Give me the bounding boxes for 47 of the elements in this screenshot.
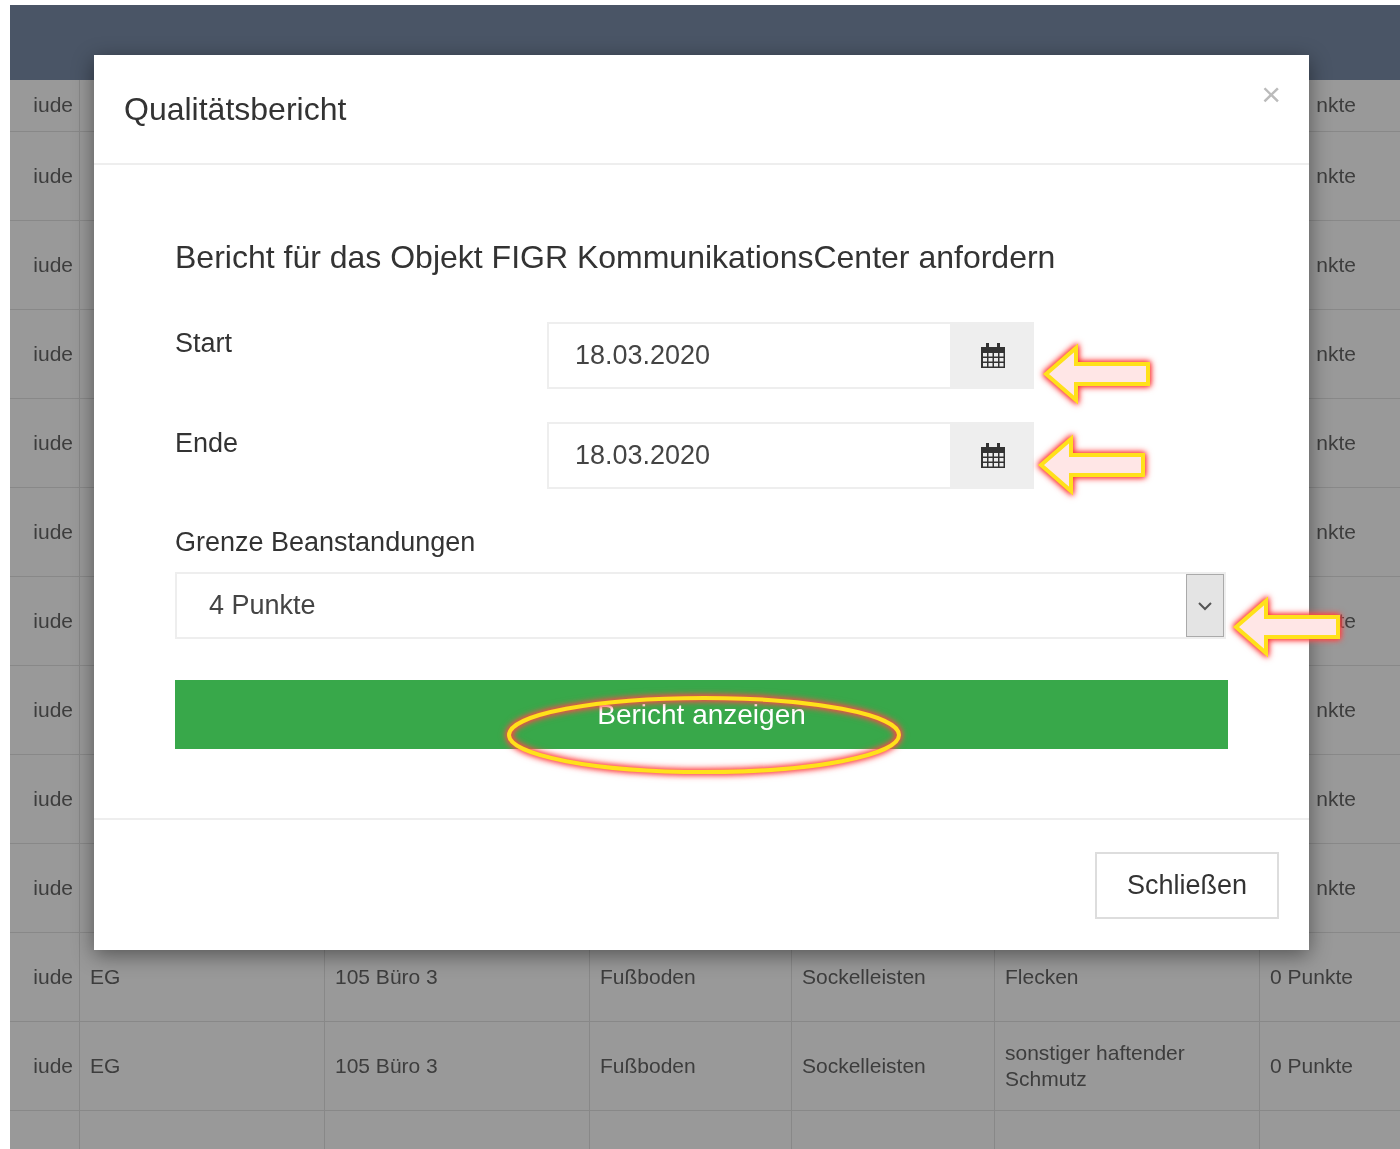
table-cell: nkte xyxy=(1316,92,1356,119)
table-cell-text: 0 Punkte xyxy=(1270,1052,1353,1079)
calendar-button[interactable] xyxy=(952,322,1034,389)
table-cell-text: 0 Punkte xyxy=(1270,963,1353,990)
table-cell-text: 105 Büro 3 xyxy=(335,1052,438,1079)
select-field[interactable]: 4 Punkte xyxy=(175,572,1226,639)
field-label: Grenze Beanstandungen xyxy=(175,527,477,558)
table-cell-text: iude xyxy=(33,518,73,545)
table-cell-text: iude xyxy=(33,162,73,189)
chevron-down-icon xyxy=(1197,600,1213,611)
table-cell-text: nkte xyxy=(1316,340,1356,367)
dialog-heading: Bericht für das Objekt FIGR KommunikationsCenter anfordern xyxy=(175,239,1057,277)
table-cell-text: nkte xyxy=(1316,162,1356,189)
table-cell-text: nkte xyxy=(1316,429,1356,456)
table-cell-text: Fußboden xyxy=(600,1052,696,1079)
table-cell-text: Sockelleisten xyxy=(802,1052,926,1079)
table-cell-text: iude xyxy=(33,963,73,990)
table-cell-text: nkte xyxy=(1316,251,1356,278)
calendar-button[interactable] xyxy=(952,422,1034,489)
close-button[interactable]: Schließen xyxy=(1095,851,1279,919)
table-cell-text: iude xyxy=(33,1052,73,1079)
table-cell: iude xyxy=(33,92,73,119)
table-cell-text: EG xyxy=(90,1052,121,1079)
field-label: Ende xyxy=(175,427,240,460)
table-cell-text: sonstiger haftender Schmutz xyxy=(1005,1039,1186,1092)
table-cell-text: nkte xyxy=(1316,696,1356,723)
table-cell-text: nkte xyxy=(1316,785,1356,812)
calendar-icon xyxy=(979,441,1007,470)
table-cell-text: Sockelleisten xyxy=(802,963,926,990)
date-field[interactable]: 18.03.2020 xyxy=(547,422,952,489)
date-field[interactable]: 18.03.2020 xyxy=(547,322,952,389)
calendar-icon xyxy=(979,341,1007,370)
table-cell-text: iude xyxy=(33,696,73,723)
table-cell-text: iude xyxy=(33,340,73,367)
table-cell-text: nkte xyxy=(1316,518,1356,545)
table-cell-text: 105 Büro 3 xyxy=(335,963,438,990)
table-cell-text: iude xyxy=(33,607,73,634)
table-cell-text: iude xyxy=(33,429,73,456)
table-cell-text: Fußboden xyxy=(600,963,696,990)
table-cell-text: EG xyxy=(90,963,121,990)
table-cell-text: Flecken xyxy=(1005,963,1079,990)
table-cell-text: iude xyxy=(33,785,73,812)
field-label: Start xyxy=(175,327,234,360)
table-cell-text: nkte xyxy=(1316,874,1356,901)
table-cell-text: iude xyxy=(33,874,73,901)
table-cell-text: iude xyxy=(33,251,73,278)
dialog-title: Qualitätsbericht xyxy=(124,90,347,128)
